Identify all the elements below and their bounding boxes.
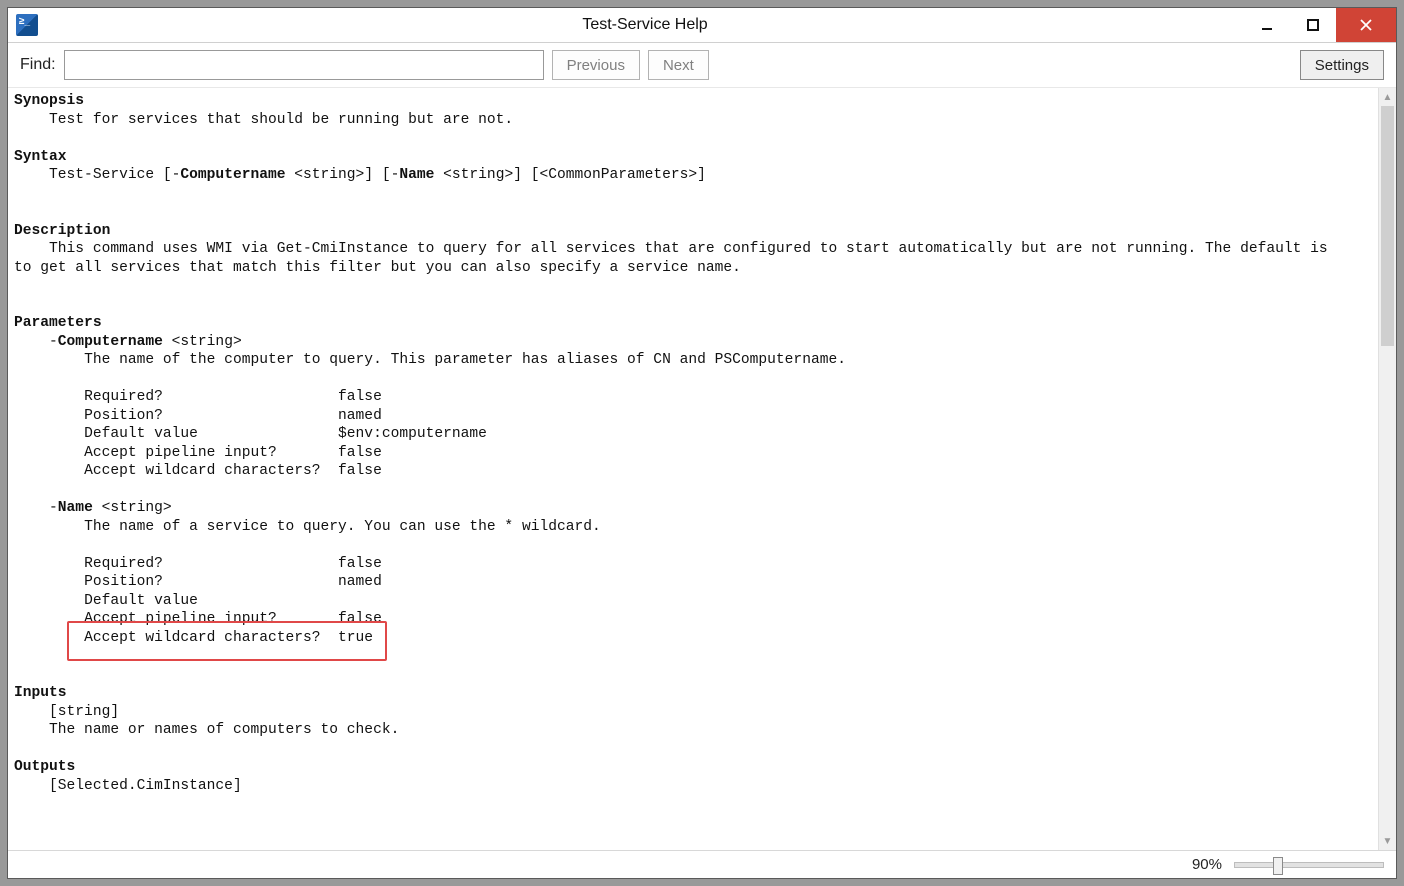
find-label: Find: [20, 56, 56, 74]
p2-type: <string> [93, 500, 172, 516]
zoom-level: 90% [1192, 856, 1222, 873]
help-text[interactable]: Synopsis Test for services that should b… [8, 88, 1376, 850]
p1-required: Required? false [84, 389, 382, 405]
p2-wildcard: Accept wildcard characters? true [84, 630, 373, 646]
p2-pipeline: Accept pipeline input? false [84, 611, 382, 627]
help-window: Test-Service Help Find: Previous Next Se… [7, 7, 1397, 879]
maximize-button[interactable] [1290, 8, 1336, 42]
titlebar[interactable]: Test-Service Help [8, 8, 1396, 43]
syntax-mid1: <string>] [- [286, 167, 400, 183]
synopsis-heading: Synopsis [14, 93, 84, 109]
syntax-param1: Computername [180, 167, 285, 183]
p2-name: Name [58, 500, 93, 516]
p2-default: Default value [84, 593, 198, 609]
vertical-scrollbar[interactable]: ▲ ▼ [1378, 88, 1396, 850]
status-bar: 90% [8, 850, 1396, 878]
scroll-down-arrow[interactable]: ▼ [1379, 832, 1396, 850]
find-toolbar: Find: Previous Next Settings [8, 43, 1396, 87]
syntax-heading: Syntax [14, 149, 67, 165]
minimize-icon [1260, 18, 1274, 32]
scroll-thumb[interactable] [1381, 106, 1394, 346]
outputs-heading: Outputs [14, 759, 75, 775]
close-icon [1359, 18, 1373, 32]
inputs-type: [string] [49, 704, 119, 720]
syntax-param2: Name [399, 167, 434, 183]
zoom-slider[interactable] [1234, 862, 1384, 868]
p1-name: Computername [58, 334, 163, 350]
maximize-icon [1306, 18, 1320, 32]
scroll-up-arrow[interactable]: ▲ [1379, 88, 1396, 106]
minimize-button[interactable] [1244, 8, 1290, 42]
next-button[interactable]: Next [648, 50, 709, 80]
p1-dash: - [49, 334, 58, 350]
p2-position: Position? named [84, 574, 382, 590]
find-input[interactable] [64, 50, 544, 80]
window-controls [1244, 8, 1396, 42]
outputs-type: [Selected.CimInstance] [49, 778, 242, 794]
inputs-text: The name or names of computers to check. [49, 722, 399, 738]
syntax-mid2: <string>] [<CommonParameters>] [434, 167, 706, 183]
p1-position: Position? named [84, 408, 382, 424]
p1-wildcard: Accept wildcard characters? false [84, 463, 382, 479]
syntax-prefix: Test-Service [- [49, 167, 180, 183]
window-title: Test-Service Help [46, 8, 1244, 42]
previous-button[interactable]: Previous [552, 50, 640, 80]
p1-desc: The name of the computer to query. This … [84, 352, 846, 368]
p1-type: <string> [163, 334, 242, 350]
close-button[interactable] [1336, 8, 1396, 42]
inputs-heading: Inputs [14, 685, 67, 701]
parameters-heading: Parameters [14, 315, 102, 331]
description-heading: Description [14, 223, 110, 239]
description-text: This command uses WMI via Get-CmiInstanc… [14, 241, 1328, 276]
settings-button[interactable]: Settings [1300, 50, 1384, 80]
synopsis-text: Test for services that should be running… [49, 112, 513, 128]
p2-dash: - [49, 500, 58, 516]
zoom-slider-thumb[interactable] [1273, 857, 1283, 875]
p1-pipeline: Accept pipeline input? false [84, 445, 382, 461]
p1-default: Default value $env:computername [84, 426, 487, 442]
app-icon [16, 14, 38, 36]
content-area: Synopsis Test for services that should b… [8, 87, 1396, 850]
p2-required: Required? false [84, 556, 382, 572]
p2-desc: The name of a service to query. You can … [84, 519, 601, 535]
